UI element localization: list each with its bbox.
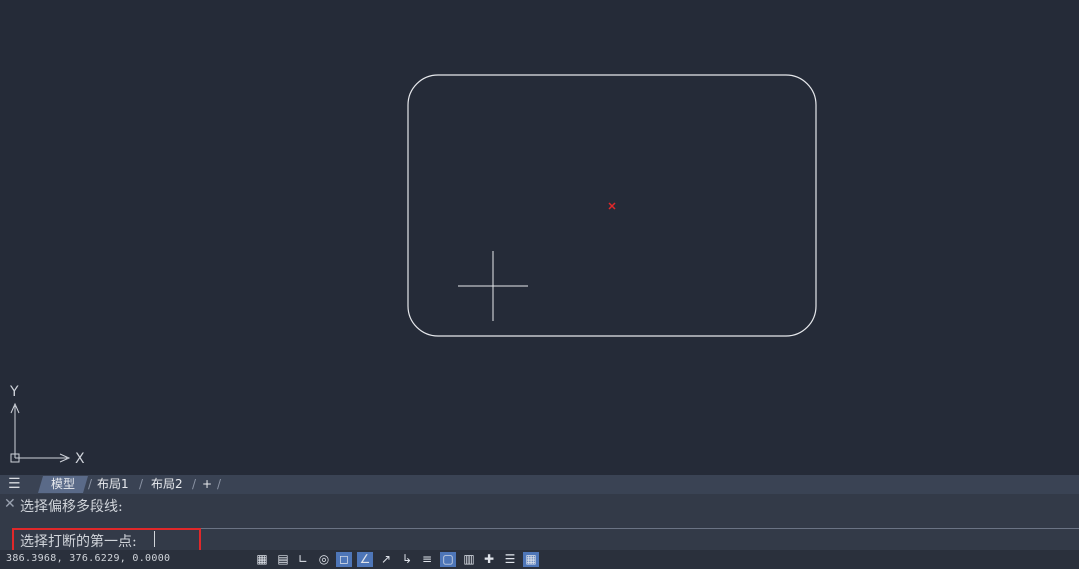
object-snap-icon[interactable]: ◻ xyxy=(336,552,352,567)
annotation-scale-icon[interactable]: ✚ xyxy=(481,552,497,567)
workspace-icon[interactable]: ▦ xyxy=(523,552,539,567)
midpoint-marker xyxy=(608,202,616,210)
tab-separator: / xyxy=(192,477,197,491)
tab-separator: / xyxy=(88,477,93,491)
transparency-icon[interactable]: ▢ xyxy=(440,552,456,567)
hamburger-menu-icon[interactable]: ☰ xyxy=(8,477,24,491)
cursor-coordinates: 386.3968, 376.6229, 0.0000 xyxy=(6,553,171,564)
drawing-svg[interactable] xyxy=(0,0,1079,475)
lineweight-icon[interactable]: ≡ xyxy=(419,552,435,567)
polar-tracking-icon[interactable]: ◎ xyxy=(316,552,332,567)
drawing-canvas[interactable]: Y X xyxy=(0,0,1079,475)
tab-separator: / xyxy=(139,477,144,491)
tab-model[interactable]: 模型 xyxy=(38,476,88,493)
x-axis-label: X xyxy=(75,451,85,467)
add-layout-button[interactable]: + xyxy=(202,476,212,493)
ortho-mode-icon[interactable]: ∟ xyxy=(295,552,311,567)
snap-tracking-icon[interactable]: ∠ xyxy=(357,552,373,567)
y-axis-label: Y xyxy=(10,384,19,400)
layout-tab-bar: ☰ 模型 / 布局1 / 布局2 / + / xyxy=(0,475,1079,494)
tab-layout2[interactable]: 布局2 xyxy=(151,476,183,493)
crosshair-cursor xyxy=(458,251,528,321)
tab-separator: / xyxy=(217,477,222,491)
dynamic-ucs-icon[interactable]: ↗ xyxy=(378,552,394,567)
snap-mode-icon[interactable]: ▤ xyxy=(275,552,291,567)
tab-layout1[interactable]: 布局1 xyxy=(97,476,129,493)
selection-cycling-icon[interactable]: ▥ xyxy=(461,552,477,567)
highlight-annotation-box xyxy=(12,528,201,552)
grid-display-icon[interactable]: ▦ xyxy=(254,552,270,567)
command-history-line: 选择偏移多段线: xyxy=(20,499,123,515)
properties-icon[interactable]: ☰ xyxy=(502,552,518,567)
ucs-icon xyxy=(10,402,71,463)
status-bar: 386.3968, 376.6229, 0.0000 ▦ ▤ ∟ ◎ ◻ ∠ ↗… xyxy=(0,550,1079,569)
dynamic-input-icon[interactable]: ↳ xyxy=(399,552,415,567)
close-icon[interactable]: ✕ xyxy=(4,496,16,512)
